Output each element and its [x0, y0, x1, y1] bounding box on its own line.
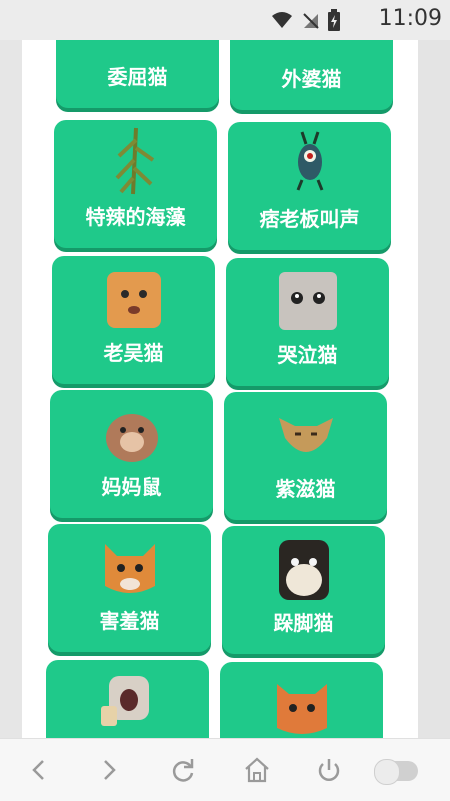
- sound-card-特辣的海藻[interactable]: 特辣的海藻: [54, 120, 217, 248]
- sound-card-partial-right[interactable]: [220, 662, 383, 738]
- forward-icon[interactable]: [92, 753, 126, 787]
- cat-crying-photo-icon: [278, 272, 337, 330]
- cat-shy-photo-icon: [104, 544, 155, 593]
- toggle-switch[interactable]: [374, 759, 418, 785]
- plankton-photo-icon: [296, 131, 323, 191]
- sound-label: 跺脚猫: [273, 611, 334, 635]
- cat-screaming-photo-icon: [100, 676, 149, 726]
- back-icon[interactable]: [22, 753, 56, 787]
- right-margin: [418, 0, 450, 738]
- refresh-icon[interactable]: [166, 753, 200, 787]
- no-signal-icon: [303, 13, 319, 29]
- sound-label: 老吴猫: [103, 341, 164, 365]
- sound-label: 特辣的海藻: [85, 205, 186, 229]
- hamster-photo-icon: [105, 414, 158, 462]
- status-bar: 11:09: [0, 0, 450, 40]
- cat-orange-photo-icon: [276, 684, 327, 734]
- home-icon[interactable]: [240, 753, 274, 787]
- sound-card-痞老板叫声[interactable]: 痞老板叫声: [228, 122, 391, 250]
- cat-stomp-photo-icon: [278, 540, 329, 600]
- left-margin: [0, 0, 22, 738]
- sound-card-partial-left[interactable]: [46, 660, 209, 738]
- sound-card-妈妈鼠[interactable]: 妈妈鼠: [50, 390, 213, 518]
- page-frame: 委屈猫 外婆猫 特辣的海藻 痞老板叫声 老吴猫 哭泣猫 妈妈鼠 紫滋猫 害羞猫 …: [0, 0, 450, 738]
- sound-card-紫滋猫[interactable]: 紫滋猫: [224, 392, 387, 520]
- status-time: 11:09: [378, 6, 442, 31]
- seaweed-photo-icon: [115, 127, 154, 195]
- toggle-knob[interactable]: [374, 759, 400, 785]
- sound-grid[interactable]: 委屈猫 外婆猫 特辣的海藻 痞老板叫声 老吴猫 哭泣猫 妈妈鼠 紫滋猫 害羞猫 …: [22, 0, 418, 738]
- sound-label: 紫滋猫: [275, 477, 336, 501]
- battery-icon: [328, 9, 340, 31]
- sound-label: 害羞猫: [99, 609, 160, 633]
- cat-wu-photo-icon: [106, 272, 161, 328]
- bottom-nav: [0, 738, 450, 801]
- sound-label: 痞老板叫声: [259, 207, 360, 231]
- sound-label: 妈妈鼠: [101, 475, 162, 499]
- sound-label: 哭泣猫: [277, 343, 338, 367]
- cat-zizi-photo-icon: [278, 418, 333, 452]
- sound-card-哭泣猫[interactable]: 哭泣猫: [226, 258, 389, 386]
- sound-card-跺脚猫[interactable]: 跺脚猫: [222, 526, 385, 654]
- power-icon[interactable]: [312, 753, 346, 787]
- sound-label: 外婆猫: [281, 67, 342, 91]
- sound-card-害羞猫[interactable]: 害羞猫: [48, 524, 211, 652]
- sound-card-老吴猫[interactable]: 老吴猫: [52, 256, 215, 384]
- sound-label: 委屈猫: [107, 65, 168, 89]
- wifi-icon: [272, 12, 292, 28]
